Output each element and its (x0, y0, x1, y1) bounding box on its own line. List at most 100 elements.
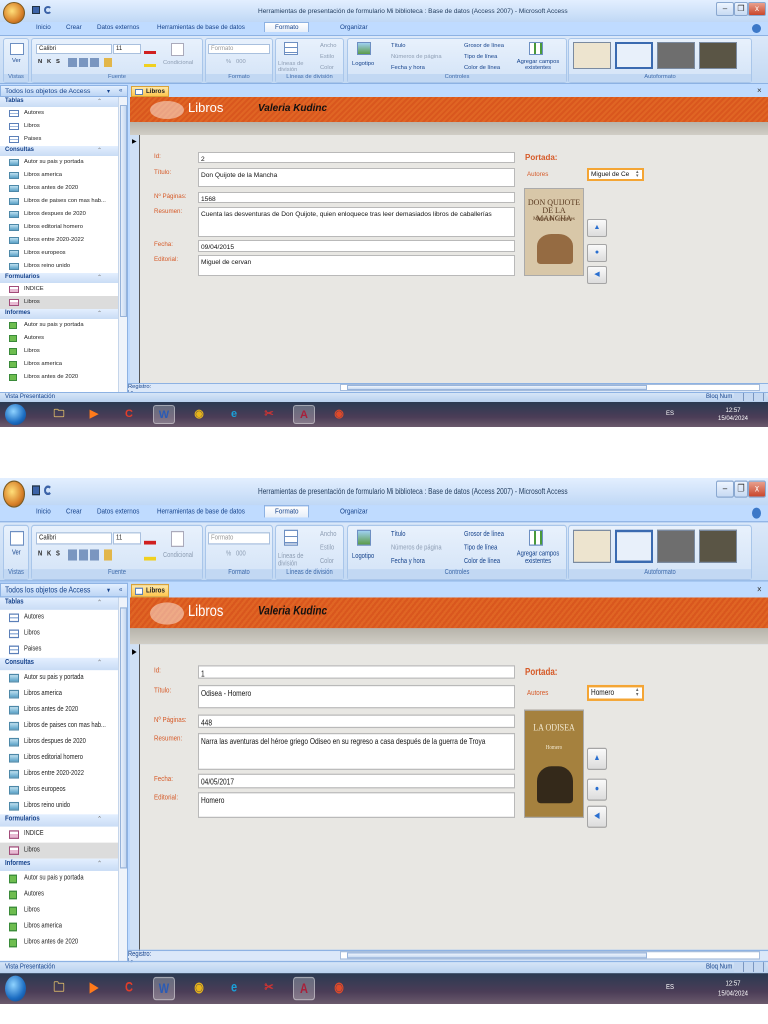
nav-item[interactable]: Paises (0, 133, 118, 146)
tab-datos-externos[interactable]: Datos externos (97, 24, 139, 31)
format-combo[interactable]: Formato (208, 44, 270, 54)
back-button[interactable]: ◀ (587, 805, 607, 828)
close-document-icon[interactable]: × (757, 86, 762, 95)
percent-button[interactable]: % (226, 59, 231, 65)
restore-button[interactable]: ❐ (734, 480, 748, 498)
font-size-combo[interactable]: 11 (113, 44, 141, 54)
thousands-button[interactable]: 000 (236, 551, 246, 558)
ancho-button[interactable]: Ancho (320, 531, 336, 538)
align-buttons[interactable] (68, 549, 100, 561)
field-id[interactable]: 2 (198, 152, 515, 163)
chrome-icon[interactable]: ◉ (188, 977, 210, 1000)
estilo-button[interactable]: Estilo (320, 54, 334, 60)
close-document-icon[interactable]: × (757, 584, 762, 595)
collapse-chevron-icon[interactable]: ⌃ (97, 599, 102, 607)
color-button[interactable]: Color (320, 558, 334, 565)
tipo-button[interactable]: Tipo de línea (464, 54, 497, 60)
view-switcher-buttons[interactable] (734, 393, 766, 401)
titulo-button[interactable]: Título (391, 43, 406, 49)
tab-datos-externos[interactable]: Datos externos (97, 508, 139, 517)
color-linea-button[interactable]: Color de línea (464, 65, 500, 71)
field-fecha[interactable]: 09/04/2015 (198, 240, 515, 252)
save-icon[interactable] (32, 485, 40, 496)
format-painter-icon[interactable] (104, 549, 112, 561)
tab-crear[interactable]: Crear (66, 24, 82, 31)
nav-menu-chevron-icon[interactable]: ▾ (107, 586, 110, 595)
nav-item[interactable]: Libros antes de 2020 (0, 182, 118, 195)
nav-item[interactable]: Autor su pais y portada (0, 319, 118, 332)
font-combo[interactable]: Calibri (36, 532, 112, 545)
nav-item[interactable]: Libros editorial homero (0, 221, 118, 234)
nav-item[interactable]: Autores (0, 107, 118, 120)
start-button[interactable] (5, 404, 26, 425)
nav-item[interactable]: INDICE (0, 827, 118, 843)
conditional-button[interactable]: Condicional (163, 552, 193, 559)
button-italic[interactable]: K (47, 551, 51, 558)
field-paginas[interactable]: 448 (198, 714, 515, 729)
nav-section-tablas[interactable]: Tablas ⌃ (0, 597, 118, 610)
collapse-chevron-icon[interactable]: ⌃ (97, 860, 102, 868)
nav-item[interactable]: Libros antes de 2020 (0, 702, 118, 718)
color-linea-button[interactable]: Color de línea (464, 558, 500, 565)
nav-pane-header[interactable]: Todos los objetos de Access ▾ « (0, 582, 128, 598)
format-painter-icon[interactable] (104, 58, 112, 67)
autoformat-option[interactable] (657, 42, 695, 69)
tab-herramientas-de-base-de-datos[interactable]: Herramientas de base de datos (157, 24, 245, 31)
fecha-button[interactable]: Fecha y hora (391, 65, 425, 71)
add-fields-icon[interactable] (529, 529, 543, 546)
up-arrow-button[interactable]: ▲ (587, 747, 607, 770)
undo-icon[interactable] (44, 485, 52, 496)
autoformat-option[interactable] (573, 42, 611, 69)
button-underline[interactable]: S (56, 59, 60, 65)
nav-item[interactable]: Libros (0, 842, 118, 859)
chrome-profile-icon[interactable]: ◉ (328, 405, 350, 424)
gridlines-button[interactable]: Líneas de división (278, 61, 308, 73)
nav-item[interactable]: Paises (0, 642, 118, 658)
nav-item[interactable]: Libros entre 2020-2022 (0, 234, 118, 247)
nav-item[interactable]: Autor su pais y portada (0, 670, 118, 686)
clock-time[interactable]: 12:57 (718, 407, 748, 415)
chrome-icon[interactable]: ◉ (188, 405, 210, 424)
minimize-button[interactable]: – (716, 2, 734, 16)
access-icon[interactable]: A (293, 405, 315, 424)
font-color-icon[interactable] (144, 531, 156, 545)
nav-item[interactable]: Libros (0, 903, 118, 919)
nav-section-informes[interactable]: Informes ⌃ (0, 858, 118, 871)
combo-spinner-icon[interactable]: ▴ ▾ (636, 170, 639, 179)
nav-item[interactable]: Autores (0, 332, 118, 345)
help-icon[interactable] (752, 507, 761, 519)
nav-item[interactable]: Libros america (0, 358, 118, 371)
field-titulo[interactable]: Don Quijote de la Mancha (198, 168, 515, 187)
gridlines-button[interactable]: Líneas de división (278, 553, 308, 568)
autoformat-option[interactable] (657, 529, 695, 563)
view-switcher-buttons[interactable] (734, 962, 766, 972)
language-indicator[interactable]: ES (666, 983, 674, 993)
gridlines-icon[interactable] (284, 42, 298, 55)
shutter-bar-icon[interactable]: « (119, 88, 122, 94)
combo-spinner-icon[interactable]: ▴ ▾ (636, 687, 639, 698)
record-selector[interactable]: ▶ (130, 135, 140, 383)
percent-button[interactable]: % (226, 551, 231, 558)
collapse-chevron-icon[interactable]: ⌃ (97, 147, 102, 154)
logotipo-button[interactable]: Logotipo (352, 553, 374, 560)
office-button[interactable] (3, 480, 25, 508)
tipo-button[interactable]: Tipo de línea (464, 545, 497, 552)
word-icon[interactable]: W (153, 976, 175, 1001)
nav-item[interactable]: Libros europeos (0, 782, 118, 798)
document-tab-libros[interactable]: Libros (131, 86, 169, 97)
nav-section-formularios[interactable]: Formularios ⌃ (0, 273, 118, 283)
logo-icon[interactable] (357, 529, 371, 546)
nav-item[interactable]: Libros (0, 296, 118, 309)
ccleaner-icon[interactable]: C (118, 977, 140, 1000)
save-icon[interactable] (32, 6, 40, 14)
grosor-button[interactable]: Grosor de línea (464, 43, 504, 49)
nav-item[interactable]: INDICE (0, 283, 118, 296)
autoformat-option[interactable] (615, 42, 653, 69)
minimize-button[interactable]: – (716, 480, 734, 498)
nav-item[interactable]: Libros europeos (0, 247, 118, 260)
back-button[interactable]: ◀ (587, 266, 607, 284)
next-button[interactable]: ● (587, 244, 607, 262)
scroll-thumb[interactable] (347, 385, 647, 390)
field-id[interactable]: 1 (198, 665, 515, 679)
document-tab-libros[interactable]: Libros (131, 583, 169, 598)
